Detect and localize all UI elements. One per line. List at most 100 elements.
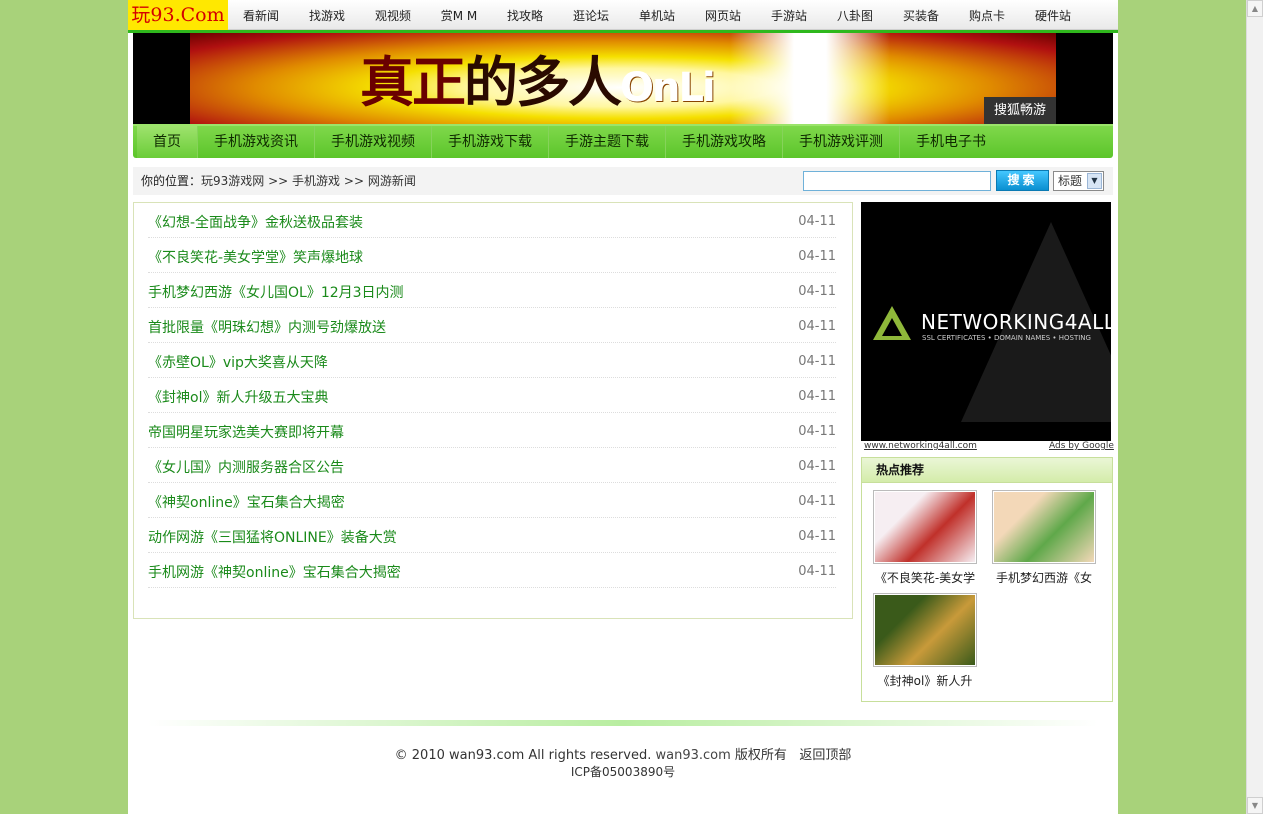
- article-title-link[interactable]: 《女儿国》内测服务器合区公告: [148, 457, 344, 477]
- list-item: 《神契online》宝石集合大揭密 04-11: [148, 483, 836, 518]
- top-nav-item[interactable]: 单机站: [624, 0, 690, 30]
- top-nav-item[interactable]: 八卦图: [822, 0, 888, 30]
- article-list: 《幻想-全面战争》金秋送极品套装 04-11 《不良笑花-美女学堂》笑声爆地球 04…: [133, 202, 853, 619]
- site-logo[interactable]: 玩93.Com: [128, 0, 228, 30]
- list-item: 动作网游《三国猛将ONLINE》装备大赏 04-11: [148, 518, 836, 553]
- top-nav-item[interactable]: 购点卡: [954, 0, 1020, 30]
- article-date: 04-11: [798, 494, 836, 509]
- top-nav-item[interactable]: 硬件站: [1020, 0, 1086, 30]
- thumbnail-art: [994, 492, 1094, 562]
- ad-url-link[interactable]: www.networking4all.com: [864, 441, 977, 451]
- article-date: 04-11: [798, 354, 836, 369]
- search-button[interactable]: 搜索: [996, 170, 1049, 191]
- search-type-value: 标题: [1058, 174, 1083, 188]
- article-date: 04-11: [798, 529, 836, 544]
- article-title-link[interactable]: 《不良笑花-美女学堂》笑声爆地球: [148, 247, 363, 267]
- hot-item[interactable]: 《封神ol》新人升: [866, 593, 984, 689]
- breadcrumb-item-news[interactable]: >> 网游新闻: [344, 174, 416, 188]
- article-date: 04-11: [798, 459, 836, 474]
- list-item: 《封神ol》新人升级五大宝典 04-11: [148, 378, 836, 413]
- list-item: 《不良笑花-美女学堂》笑声爆地球 04-11: [148, 238, 836, 273]
- article-title-link[interactable]: 动作网游《三国猛将ONLINE》装备大赏: [148, 527, 397, 547]
- breadcrumb-item-home[interactable]: 玩93游戏网: [201, 174, 264, 188]
- top-nav-item[interactable]: 观视频: [360, 0, 426, 30]
- banner-headline: 真正的多人OnLi: [360, 38, 716, 117]
- main-nav-item[interactable]: 手游主题下载: [549, 126, 666, 158]
- hot-item[interactable]: 《不良笑花-美女学: [866, 490, 984, 586]
- banner[interactable]: 真正的多人OnLi 搜狐畅游: [133, 33, 1113, 124]
- top-nav-item[interactable]: 逛论坛: [558, 0, 624, 30]
- footer-copyright: © 2010 wan93.com All rights reserved. wa…: [128, 744, 1118, 763]
- article-title-link[interactable]: 《赤壁OL》vip大奖喜从天降: [148, 352, 328, 372]
- main-nav-item[interactable]: 手机游戏评测: [783, 126, 900, 158]
- top-nav-item[interactable]: 手游站: [756, 0, 822, 30]
- scroll-up-icon[interactable]: ▲: [1247, 0, 1263, 17]
- banner-text-3: OnLi: [620, 65, 716, 111]
- footer-rights-text: 版权所有: [734, 748, 787, 763]
- article-title-link[interactable]: 手机梦幻西游《女儿国OL》12月3日内测: [148, 282, 404, 302]
- vertical-scrollbar[interactable]: ▲ ▼: [1246, 0, 1263, 814]
- hot-item-caption[interactable]: 《不良笑花-美女学: [866, 569, 984, 586]
- networking4all-logo-icon: [873, 306, 911, 340]
- list-item: 《女儿国》内测服务器合区公告 04-11: [148, 448, 836, 483]
- footer-divider: [148, 720, 1098, 726]
- search-input[interactable]: [803, 171, 991, 191]
- hot-item-caption[interactable]: 手机梦幻西游《女: [985, 569, 1103, 586]
- google-ad[interactable]: NETWORKING4ALL SSL CERTIFICATES • DOMAIN…: [861, 202, 1111, 441]
- article-date: 04-11: [798, 319, 836, 334]
- article-date: 04-11: [798, 284, 836, 299]
- article-title-link[interactable]: 帝国明星玩家选美大赛即将开幕: [148, 422, 344, 442]
- top-nav-item[interactable]: 赏M M: [426, 0, 492, 30]
- thumbnail-art: [875, 595, 975, 665]
- search-type-select[interactable]: 标题 ▼: [1053, 171, 1104, 191]
- list-item: 帝国明星玩家选美大赛即将开幕 04-11: [148, 413, 836, 448]
- banner-text-2: 的多人: [464, 51, 622, 114]
- back-to-top-link[interactable]: 返回顶部: [799, 748, 851, 763]
- top-nav-item[interactable]: 找游戏: [294, 0, 360, 30]
- article-title-link[interactable]: 《封神ol》新人升级五大宝典: [148, 387, 328, 407]
- ad-brand-name: NETWORKING4ALL: [921, 310, 1111, 334]
- article-date: 04-11: [798, 389, 836, 404]
- hot-recommend-panel: 热点推荐 《不良笑花-美女学 手机梦幻西游《女 《封神ol》新人升: [861, 457, 1113, 702]
- main-nav-item[interactable]: 手机游戏视频: [315, 126, 432, 158]
- article-date: 04-11: [798, 564, 836, 579]
- page: 玩93.Com 看新闻 找游戏 观视频 赏M M 找攻略 逛论坛 单机站 网页站…: [128, 0, 1118, 814]
- article-date: 04-11: [798, 214, 836, 229]
- top-nav-item[interactable]: 看新闻: [228, 0, 294, 30]
- footer-site-link[interactable]: wan93.com: [656, 748, 731, 763]
- main-nav-item[interactable]: 手机游戏资讯: [198, 126, 315, 158]
- article-title-link[interactable]: 首批限量《明珠幻想》内测号劲爆放送: [148, 317, 386, 337]
- hot-item[interactable]: 手机梦幻西游《女: [985, 490, 1103, 586]
- footer-icp[interactable]: ICP备05003890号: [128, 763, 1118, 780]
- main-nav-item[interactable]: 手机游戏下载: [432, 126, 549, 158]
- breadcrumb: 你的位置：玩93游戏网 >> 手机游戏 >> 网游新闻: [141, 167, 416, 195]
- chevron-down-icon[interactable]: ▼: [1087, 173, 1102, 189]
- banner-flare: [730, 33, 890, 124]
- article-date: 04-11: [798, 424, 836, 439]
- article-title-link[interactable]: 《神契online》宝石集合大揭密: [148, 492, 345, 512]
- ads-by-google-link[interactable]: Ads by Google: [1049, 441, 1114, 451]
- hot-item-caption[interactable]: 《封神ol》新人升: [866, 672, 984, 689]
- main-nav-item[interactable]: 手机游戏攻略: [666, 126, 783, 158]
- hot-item-image[interactable]: [873, 490, 977, 564]
- scroll-down-icon[interactable]: ▼: [1247, 797, 1263, 814]
- list-item: 手机梦幻西游《女儿国OL》12月3日内测 04-11: [148, 273, 836, 308]
- article-date: 04-11: [798, 249, 836, 264]
- top-nav-item[interactable]: 买装备: [888, 0, 954, 30]
- main-nav-home[interactable]: 首页: [137, 126, 198, 158]
- hot-recommend-title: 热点推荐: [862, 458, 1112, 483]
- hot-item-image[interactable]: [992, 490, 1096, 564]
- hot-item-image[interactable]: [873, 593, 977, 667]
- main-nav-item[interactable]: 手机电子书: [900, 126, 1002, 158]
- list-item: 手机网游《神契online》宝石集合大揭密 04-11: [148, 553, 836, 588]
- top-nav-item[interactable]: 找攻略: [492, 0, 558, 30]
- breadcrumb-item-mobile[interactable]: >> 手机游戏: [268, 174, 340, 188]
- top-nav-item[interactable]: 网页站: [690, 0, 756, 30]
- list-item: 《赤壁OL》vip大奖喜从天降 04-11: [148, 343, 836, 378]
- top-bar: 玩93.Com 看新闻 找游戏 观视频 赏M M 找攻略 逛论坛 单机站 网页站…: [128, 0, 1118, 30]
- article-title-link[interactable]: 手机网游《神契online》宝石集合大揭密: [148, 562, 401, 582]
- copyright-text: © 2010 wan93.com All rights reserved.: [394, 748, 652, 763]
- list-item: 《幻想-全面战争》金秋送极品套装 04-11: [148, 203, 836, 238]
- thumbnail-art: [875, 492, 975, 562]
- article-title-link[interactable]: 《幻想-全面战争》金秋送极品套装: [148, 212, 363, 232]
